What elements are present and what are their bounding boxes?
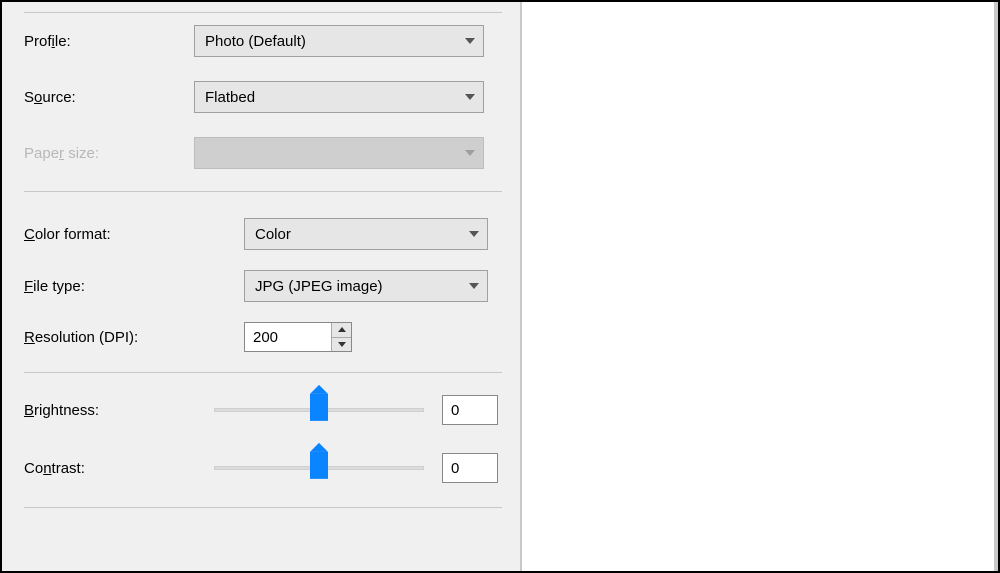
contrast-slider[interactable] <box>214 454 424 482</box>
spinner-up-button[interactable] <box>332 323 351 337</box>
settings-panel: Profile: Photo (Default) Source: Flatbed… <box>2 2 522 571</box>
resolution-value[interactable]: 200 <box>245 323 331 351</box>
spinner-buttons <box>331 323 351 351</box>
chevron-down-icon <box>469 283 479 289</box>
brightness-label: Brightness: <box>24 402 214 419</box>
profile-row: Profile: Photo (Default) <box>24 13 502 69</box>
arrow-down-icon <box>338 342 346 347</box>
scan-settings-window: Profile: Photo (Default) Source: Flatbed… <box>0 0 1000 573</box>
brightness-slider[interactable] <box>214 396 424 424</box>
color-format-value: Color <box>255 226 291 243</box>
contrast-row: Contrast: 0 <box>24 439 502 497</box>
chevron-down-icon <box>465 150 475 156</box>
resolution-label: Resolution (DPI): <box>24 329 244 346</box>
contrast-value-box[interactable]: 0 <box>442 453 498 483</box>
contrast-value: 0 <box>451 460 459 477</box>
source-combo[interactable]: Flatbed <box>194 81 484 113</box>
file-type-row: File type: JPG (JPEG image) <box>24 260 502 312</box>
spinner-down-button[interactable] <box>332 337 351 352</box>
preview-panel <box>522 2 998 571</box>
profile-value: Photo (Default) <box>205 33 306 50</box>
paper-size-combo <box>194 137 484 169</box>
brightness-row: Brightness: 0 <box>24 381 502 439</box>
separator <box>24 507 502 508</box>
file-type-combo[interactable]: JPG (JPEG image) <box>244 270 488 302</box>
profile-combo[interactable]: Photo (Default) <box>194 25 484 57</box>
file-type-value: JPG (JPEG image) <box>255 278 383 295</box>
source-row: Source: Flatbed <box>24 69 502 125</box>
file-type-label: File type: <box>24 278 244 295</box>
paper-size-row: Paper size: <box>24 125 502 181</box>
chevron-down-icon <box>469 231 479 237</box>
color-format-label: Color format: <box>24 226 244 243</box>
chevron-down-icon <box>465 38 475 44</box>
arrow-up-icon <box>338 327 346 332</box>
source-value: Flatbed <box>205 89 255 106</box>
slider-thumb[interactable] <box>310 452 328 478</box>
color-format-combo[interactable]: Color <box>244 218 488 250</box>
resolution-spinner[interactable]: 200 <box>244 322 352 352</box>
resolution-row: Resolution (DPI): 200 <box>24 312 502 362</box>
chevron-down-icon <box>465 94 475 100</box>
contrast-label: Contrast: <box>24 460 214 477</box>
paper-size-label: Paper size: <box>24 145 194 162</box>
preview-border <box>994 2 998 571</box>
profile-label: Profile: <box>24 33 194 50</box>
color-format-row: Color format: Color <box>24 208 502 260</box>
slider-thumb[interactable] <box>310 394 328 420</box>
source-label: Source: <box>24 89 194 106</box>
brightness-value-box[interactable]: 0 <box>442 395 498 425</box>
brightness-value: 0 <box>451 402 459 419</box>
